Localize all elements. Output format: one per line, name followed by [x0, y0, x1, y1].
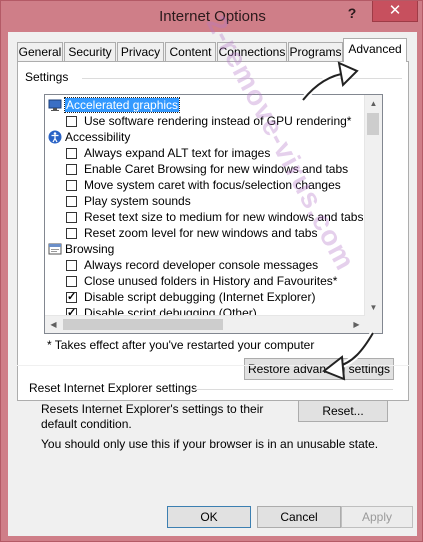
vertical-scroll-thumb[interactable]: [367, 113, 379, 135]
tab-security[interactable]: Security: [64, 42, 116, 61]
accessibility-icon: [48, 130, 62, 144]
checkbox[interactable]: [66, 196, 77, 207]
vertical-scrollbar[interactable]: ▲ ▼: [364, 95, 382, 316]
reset-group-line: [193, 389, 393, 390]
reset-button[interactable]: Reset...: [298, 400, 388, 422]
checkbox[interactable]: [66, 260, 77, 271]
tab-content[interactable]: Content: [165, 42, 216, 61]
option-label: Play system sounds: [84, 194, 191, 208]
category-label: Accessibility: [65, 130, 131, 144]
tab-general[interactable]: General: [17, 42, 63, 61]
category-accessibility[interactable]: Accessibility: [48, 129, 130, 145]
category-browsing[interactable]: Browsing: [48, 241, 114, 257]
restart-note: * Takes effect after you've restarted yo…: [47, 338, 315, 352]
cancel-button[interactable]: Cancel: [257, 506, 341, 528]
horizontal-scrollbar[interactable]: ◀ ▶: [45, 315, 365, 333]
option-label: Disable script debugging (Internet Explo…: [84, 290, 316, 304]
checkbox-checked[interactable]: [66, 289, 77, 305]
option-play-system-sounds[interactable]: Play system sounds: [66, 193, 191, 209]
option-label: Always expand ALT text for images: [84, 146, 271, 160]
pointer-arrow-icon: [300, 61, 359, 102]
category-label: Browsing: [65, 242, 115, 256]
reset-group-label: Reset Internet Explorer settings: [29, 381, 198, 395]
category-accelerated-graphics[interactable]: Accelerated graphics: [48, 97, 181, 113]
option-reset-zoom-level[interactable]: Reset zoom level for new windows and tab…: [66, 225, 317, 241]
option-software-rendering[interactable]: Use software rendering instead of GPU re…: [66, 113, 351, 129]
horizontal-scroll-thumb[interactable]: [63, 319, 223, 330]
close-button[interactable]: ✕: [372, 1, 418, 22]
checkbox[interactable]: [66, 164, 77, 175]
reset-description: Resets Internet Explorer's settings to t…: [41, 402, 264, 431]
option-label: Reset zoom level for new windows and tab…: [84, 226, 318, 240]
scroll-down-arrow-icon[interactable]: ▼: [365, 299, 382, 316]
help-button[interactable]: ?: [344, 5, 360, 25]
scroll-left-arrow-icon[interactable]: ◀: [45, 316, 62, 333]
ok-button[interactable]: OK: [167, 506, 251, 528]
reset-warning: You should only use this if your browser…: [41, 437, 379, 451]
option-expand-alt-text[interactable]: Always expand ALT text for images: [66, 145, 270, 161]
checkbox[interactable]: [66, 116, 77, 127]
checkbox[interactable]: [66, 212, 77, 223]
option-label: Use software rendering instead of GPU re…: [84, 114, 352, 128]
checkbox[interactable]: [66, 228, 77, 239]
apply-button[interactable]: Apply: [341, 506, 413, 528]
option-label: Always record developer console messages: [84, 258, 319, 272]
option-record-console-messages[interactable]: Always record developer console messages: [66, 257, 318, 273]
tab-advanced[interactable]: Advanced: [343, 38, 407, 62]
tab-privacy[interactable]: Privacy: [117, 42, 164, 61]
pointer-arrow-icon: [322, 331, 376, 381]
monitor-icon: [48, 98, 62, 112]
scroll-up-arrow-icon[interactable]: ▲: [365, 95, 382, 112]
checkbox[interactable]: [66, 276, 77, 287]
option-label: Close unused folders in History and Favo…: [84, 274, 338, 288]
option-close-unused-folders[interactable]: Close unused folders in History and Favo…: [66, 273, 337, 289]
browsing-icon: [48, 242, 62, 256]
category-label: Accelerated graphics: [63, 97, 181, 113]
checkbox[interactable]: [66, 148, 77, 159]
settings-group-label: Settings: [25, 70, 73, 84]
checkbox[interactable]: [66, 180, 77, 191]
option-disable-script-debugging-ie[interactable]: Disable script debugging (Internet Explo…: [66, 289, 315, 305]
